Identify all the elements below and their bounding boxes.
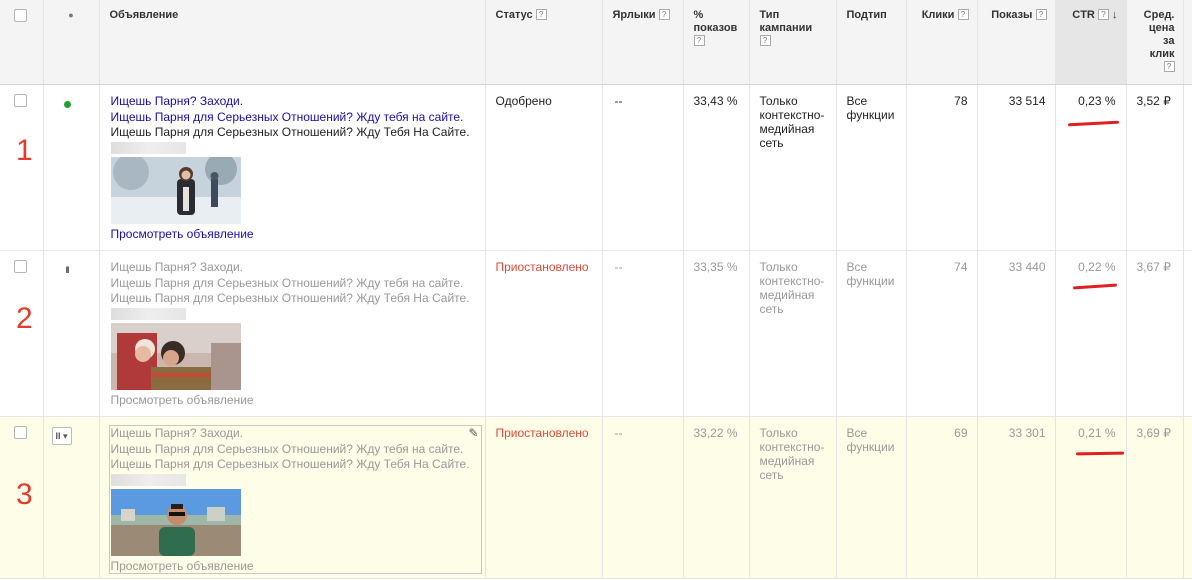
ctr-cell: 0,23 % — [1055, 84, 1127, 251]
row-checkbox[interactable] — [14, 426, 27, 439]
sort-desc-icon: ↓ — [1112, 9, 1118, 21]
pct-impr-cell: 33,35 % — [683, 250, 750, 417]
status-cell: Приостановлено — [485, 416, 603, 579]
pause-icon: II — [55, 431, 61, 441]
campaign-type-cell: Только контекстно-медийная сеть — [749, 84, 837, 251]
row-overflow — [1183, 416, 1192, 579]
ad-description-2: Ищешь Парня для Серьезных Отношений? Жду… — [110, 125, 470, 139]
status-column-header[interactable]: Статус ? — [485, 0, 603, 85]
row-checkbox[interactable] — [14, 94, 27, 107]
status-dot-header[interactable]: ● — [43, 0, 100, 85]
row-status-cell: II — [43, 250, 100, 417]
status-dropdown[interactable]: II ▾ — [51, 427, 72, 445]
ad-image-man-sunglasses — [110, 488, 241, 556]
annotation-number-1: 1 — [16, 134, 33, 167]
pct-impr-cell: 33,43 % — [683, 84, 750, 251]
table-header: ● Объявление Статус ? Ярлыки ? % показов?… — [0, 0, 1192, 85]
clicks-cell: 74 — [906, 250, 978, 417]
ad-description-2: Ищешь Парня для Серьезных Отношений? Жду… — [110, 291, 470, 305]
table-row: II ▾ ✎ Ищешь Парня? Заходи. Ищешь Парня … — [0, 416, 1192, 579]
ctr-column-header[interactable]: CTR ? ↓ — [1055, 0, 1127, 85]
help-icon[interactable]: ? — [759, 35, 771, 46]
help-icon[interactable]: ? — [957, 9, 969, 20]
ad-headline[interactable]: Ищешь Парня? Заходи. — [111, 94, 477, 110]
clicks-cell: 69 — [906, 416, 978, 579]
ad-description-1: Ищешь Парня для Серьезных Отношений? Жду… — [110, 441, 464, 456]
campaign-type-column-header[interactable]: Тип кампании? — [749, 0, 837, 85]
campaign-type-cell: Только контекстно-медийная сеть — [749, 250, 837, 417]
impressions-cell: 33 514 — [977, 84, 1056, 251]
ad-image-winter-girl — [110, 156, 241, 224]
pencil-icon[interactable]: ✎ — [468, 426, 478, 440]
labels-cell: -- — [602, 84, 684, 251]
ad-cell: Ищешь Парня? Заходи. Ищешь Парня для Сер… — [99, 250, 486, 417]
blurred-url — [110, 473, 186, 486]
ad-column-header[interactable]: Объявление — [99, 0, 486, 85]
view-ad-link[interactable]: Просмотреть объявление — [111, 559, 480, 573]
avg-cpc-cell: 3,67 ₽ — [1126, 250, 1184, 417]
help-icon[interactable]: ? — [658, 9, 670, 20]
view-ad-link[interactable]: Просмотреть объявление — [111, 393, 477, 407]
ad-image-couple — [110, 322, 241, 390]
header-overflow — [1183, 0, 1192, 85]
subtype-cell: Все функции — [836, 250, 907, 417]
select-all-cell — [0, 0, 44, 85]
annotation-number-3: 3 — [16, 478, 33, 511]
ad-description-1: Ищешь Парня для Серьезных Отношений? Жду… — [110, 275, 464, 290]
blurred-url — [110, 141, 186, 154]
view-ad-link[interactable]: Просмотреть объявление — [111, 227, 477, 241]
help-icon[interactable]: ? — [1097, 9, 1109, 20]
select-all-checkbox[interactable] — [14, 9, 27, 22]
row-checkbox[interactable] — [14, 260, 27, 273]
status-cell: Приостановлено — [485, 250, 603, 417]
avg-cpc-cell: 3,69 ₽ — [1126, 416, 1184, 579]
ad-cell: ✎ Ищешь Парня? Заходи. Ищешь Парня для С… — [99, 416, 486, 579]
ads-table: ● Объявление Статус ? Ярлыки ? % показов?… — [0, 0, 1192, 579]
ctr-cell: 0,22 % — [1055, 250, 1127, 417]
avg-cpc-cell: 3,52 ₽ — [1126, 84, 1184, 251]
ctr-cell: 0,21 % — [1055, 416, 1127, 579]
campaign-type-cell: Только контекстно-медийная сеть — [749, 416, 837, 579]
impressions-cell: 33 440 — [977, 250, 1056, 417]
impressions-cell: 33 301 — [977, 416, 1056, 579]
approved-dot-icon[interactable] — [63, 101, 71, 108]
ad-description-1: Ищешь Парня для Серьезных Отношений? Жду… — [110, 109, 464, 124]
row-overflow — [1183, 250, 1192, 417]
help-icon[interactable]: ? — [1163, 61, 1175, 72]
pct-impr-cell: 33,22 % — [683, 416, 750, 579]
ad-headline[interactable]: Ищешь Парня? Заходи. — [111, 260, 477, 276]
table-row: Ищешь Парня? Заходи. Ищешь Парня для Сер… — [0, 84, 1192, 251]
ad-edit-box[interactable]: ✎ Ищешь Парня? Заходи. Ищешь Парня для С… — [108, 425, 482, 574]
help-icon[interactable]: ? — [693, 35, 705, 46]
chevron-down-icon: ▾ — [63, 431, 68, 441]
help-icon[interactable]: ? — [1035, 9, 1047, 20]
annotation-number-2: 2 — [16, 302, 33, 335]
labels-cell: -- — [602, 250, 684, 417]
ad-description-2: Ищешь Парня для Серьезных Отношений? Жду… — [110, 457, 470, 471]
avg-cpc-column-header[interactable]: Сред. цена за клик? — [1126, 0, 1184, 85]
row-status-cell: II ▾ — [43, 416, 100, 579]
status-cell: Одобрено — [485, 84, 603, 251]
help-icon[interactable]: ? — [535, 9, 547, 20]
pct-impr-column-header[interactable]: % показов? — [683, 0, 750, 85]
clicks-cell: 78 — [906, 84, 978, 251]
impressions-column-header[interactable]: Показы ? — [977, 0, 1056, 85]
labels-column-header[interactable]: Ярлыки ? — [602, 0, 684, 85]
pause-icon[interactable]: II — [65, 265, 69, 275]
row-status-cell — [43, 84, 100, 251]
subtype-cell: Все функции — [836, 416, 907, 579]
labels-cell: -- — [602, 416, 684, 579]
ad-cell: Ищешь Парня? Заходи. Ищешь Парня для Сер… — [99, 84, 486, 251]
table-row: II Ищешь Парня? Заходи. Ищешь Парня для … — [0, 250, 1192, 417]
row-overflow — [1183, 84, 1192, 251]
subtype-cell: Все функции — [836, 84, 907, 251]
ad-headline[interactable]: Ищешь Парня? Заходи. — [111, 426, 480, 442]
subtype-column-header[interactable]: Подтип — [836, 0, 907, 85]
blurred-url — [110, 307, 186, 320]
clicks-column-header[interactable]: Клики ? — [906, 0, 978, 85]
